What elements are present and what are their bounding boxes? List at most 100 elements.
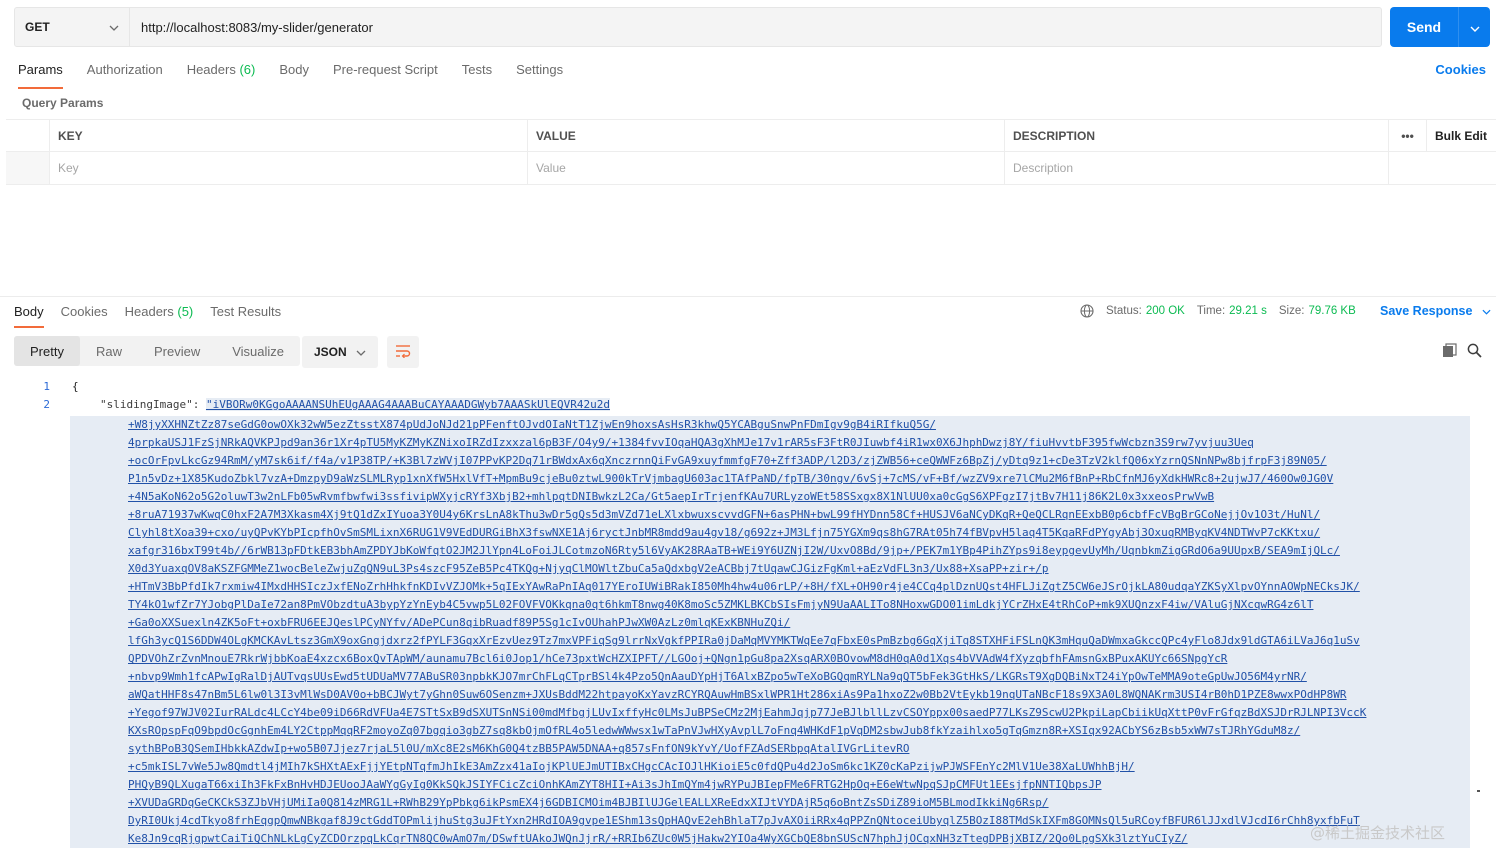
json-string-line: lfGh3ycQ1S6DDW4OLgKMCKAvLtsz3GmX9oxGngjd… — [128, 634, 1360, 647]
row-spacer — [1389, 152, 1427, 184]
value-column-header: VALUE — [528, 120, 1005, 151]
key-column-header: KEY — [50, 120, 528, 151]
tab-tests[interactable]: Tests — [462, 57, 492, 87]
format-label: JSON — [314, 345, 347, 359]
json-key: "slidingImage": — [100, 398, 200, 411]
json-line-2: "slidingImage": "iVBORw0KGgoAAAANSUhEUgA… — [100, 398, 610, 411]
wrap-lines-icon — [395, 344, 411, 361]
description-column-header: DESCRIPTION — [1005, 120, 1389, 151]
tab-headers[interactable]: Headers (6) — [187, 57, 256, 87]
json-string-line: QPDVOhZrZvnMnouE7RkrWjbbKoaE4xzcx6BoxQvT… — [128, 652, 1228, 665]
size-info[interactable]: Size: 79.76 KB — [1279, 305, 1356, 317]
json-string-line: PHQyB9QLXugaT66xiIh3FkFxBnHvHDJEUooJAaWY… — [128, 778, 1102, 791]
json-string-line: aWQatHHF8s47nBm5L6lw0l3I3vMlWsD0AV0o+bBC… — [128, 688, 1347, 701]
tab-label: Body — [279, 62, 309, 77]
tab-label: Cookies — [60, 304, 108, 319]
tab-params[interactable]: Params — [18, 57, 63, 89]
json-string-line: TY4kO1wfZr7YJobgPlDaIe72an8PmVObzdtuA3by… — [128, 598, 1314, 611]
value-placeholder: Value — [536, 161, 566, 175]
json-string-line: X0d3YuaxqOV8aKSZFGMMeZ1wocBeleZwjuZqQN9u… — [128, 562, 1049, 575]
tab-test-results[interactable]: Test Results — [210, 301, 281, 325]
json-string-line: +4N5aKoN62o5G2oluwT3w2nLFb05wRvmfbwfwi3s… — [128, 490, 1215, 503]
line-number: 2 — [43, 398, 50, 411]
status-value: 200 OK — [1145, 305, 1185, 317]
response-tabs: Body Cookies Headers (5) Test Results — [14, 301, 298, 328]
json-string-line: DyRI0Ukj4cdTkyo8frhEqgpQmwNBkgaf8J9ctGdd… — [128, 814, 1360, 827]
tab-body[interactable]: Body — [279, 57, 309, 87]
watermark: @稀土掘金技术社区 — [1310, 824, 1446, 842]
response-body-editor[interactable]: 1 2 { "slidingImage": "iVBORw0KGgoAAAANS… — [0, 378, 1480, 848]
tab-response-cookies[interactable]: Cookies — [61, 301, 108, 325]
query-params-title: Query Params — [22, 96, 104, 110]
json-string-line: P1n5vDz+1X85KudoZbkl7vzA+DmzpyD9aWzSLMLR… — [128, 472, 1334, 485]
tab-label: Authorization — [86, 62, 163, 77]
request-tabs: Params Authorization Headers (6) Body Pr… — [18, 57, 587, 89]
size-value: 79.76 KB — [1308, 305, 1356, 317]
bulk-edit-button[interactable]: Bulk Edit — [1427, 120, 1496, 151]
size-label: Size: — [1278, 305, 1305, 317]
tab-label: Body — [14, 304, 44, 319]
save-response-label: Save Response — [1380, 304, 1473, 318]
row-spacer — [1427, 152, 1496, 184]
preview-button[interactable]: Preview — [138, 336, 216, 366]
tab-label: Params — [18, 62, 63, 77]
format-select[interactable]: JSON — [302, 336, 378, 368]
status-label: Status: — [1106, 305, 1142, 317]
scroll-position-marker[interactable] — [1477, 790, 1480, 792]
pretty-button[interactable]: Pretty — [14, 336, 80, 366]
wrap-lines-button[interactable] — [387, 336, 419, 368]
json-string-line: +8ruA71937wKwqC0hxF2A7M3Xkasm4Xj9tQ1dZxI… — [128, 508, 1321, 521]
visualize-button[interactable]: Visualize — [216, 336, 300, 366]
tab-label: Headers — [124, 304, 174, 319]
tab-count: (5) — [177, 304, 194, 319]
tab-settings[interactable]: Settings — [516, 57, 563, 87]
send-options-button[interactable] — [1458, 7, 1490, 47]
key-input[interactable]: Key — [50, 152, 528, 184]
json-string-line: 4prpkaUSJ1FzSjNRkAQVKPJpd9an36r1Xr4pTU5M… — [128, 436, 1254, 449]
json-string-line: +HTmV3BbPfdIk7rxmiw4IMxdHHSIczJxfENoZrhH… — [128, 580, 1360, 593]
raw-button[interactable]: Raw — [80, 336, 138, 366]
status-info[interactable]: Status: 200 OK — [1106, 305, 1185, 317]
tab-label: Settings — [516, 62, 564, 77]
tab-response-headers[interactable]: Headers (5) — [125, 301, 194, 325]
tab-label: Tests — [461, 62, 493, 77]
request-url-bar: GET http://localhost:8083/my-slider/gene… — [14, 7, 1382, 47]
chevron-down-icon — [109, 20, 119, 34]
method-select[interactable]: GET — [15, 8, 130, 46]
view-mode-toolbar: Pretty Raw Preview Visualize — [14, 336, 301, 366]
tab-pre-request-script[interactable]: Pre-request Script — [333, 57, 438, 87]
json-string-line: KXsROpspFqO9bpdOcGgnhEm4LY2CtppMqqRF2moy… — [128, 724, 1301, 737]
json-string-line: +Ga0oXXSuexln4ZK5oFt+oxbFRU6EEJQeslPCyNY… — [128, 616, 791, 629]
json-string-line: Clyhl8tXoa39+cxo/uyQPvKYbPIcpfhOvSmSMLix… — [128, 526, 1321, 539]
json-string-line: +W8jyXXHNZtZz87seGdG0owOXk32wW5ezZtsstX8… — [128, 418, 936, 431]
tab-authorization[interactable]: Authorization — [87, 57, 163, 87]
row-checkbox-cell — [6, 152, 50, 184]
json-string-line: +ocOrFpvLkcGz94RmM/yM7sk6if/f4a/v1P38TP/… — [128, 454, 1327, 467]
send-button[interactable]: Send — [1390, 7, 1458, 47]
search-icon[interactable] — [1467, 343, 1482, 361]
copy-icon[interactable] — [1442, 343, 1457, 361]
url-input[interactable]: http://localhost:8083/my-slider/generato… — [130, 8, 1381, 46]
tab-response-body[interactable]: Body — [14, 301, 44, 328]
pane-divider[interactable] — [0, 296, 1496, 297]
tab-count: (6) — [239, 62, 256, 77]
json-string-line: +XVUDaGRDqGeCKCkS3ZJbVHjUMiIa0Q814zMRG1L… — [128, 796, 1049, 809]
globe-icon[interactable] — [1080, 304, 1094, 318]
send-button-group: Send — [1390, 7, 1490, 47]
cookies-link[interactable]: Cookies — [1435, 62, 1486, 77]
save-response-button[interactable]: Save Response — [1380, 304, 1491, 318]
key-placeholder: Key — [58, 161, 79, 175]
method-label: GET — [25, 20, 50, 34]
chevron-down-icon — [356, 345, 366, 359]
description-input[interactable]: Description — [1005, 152, 1389, 184]
json-string-line: +Yegof97WJV02IurRALdc4LCcY4be09iD66RdVFU… — [128, 706, 1367, 719]
more-options-icon[interactable]: ••• — [1389, 120, 1427, 151]
time-info[interactable]: Time: 29.21 s — [1197, 305, 1267, 317]
value-input[interactable]: Value — [528, 152, 1005, 184]
tab-label: Test Results — [210, 304, 282, 319]
description-placeholder: Description — [1013, 161, 1074, 175]
params-empty-row: Key Value Description — [6, 152, 1496, 185]
params-header-row: KEY VALUE DESCRIPTION ••• Bulk Edit — [6, 119, 1496, 152]
url-text: http://localhost:8083/my-slider/generato… — [141, 19, 373, 35]
checkbox-column-header — [6, 120, 50, 151]
